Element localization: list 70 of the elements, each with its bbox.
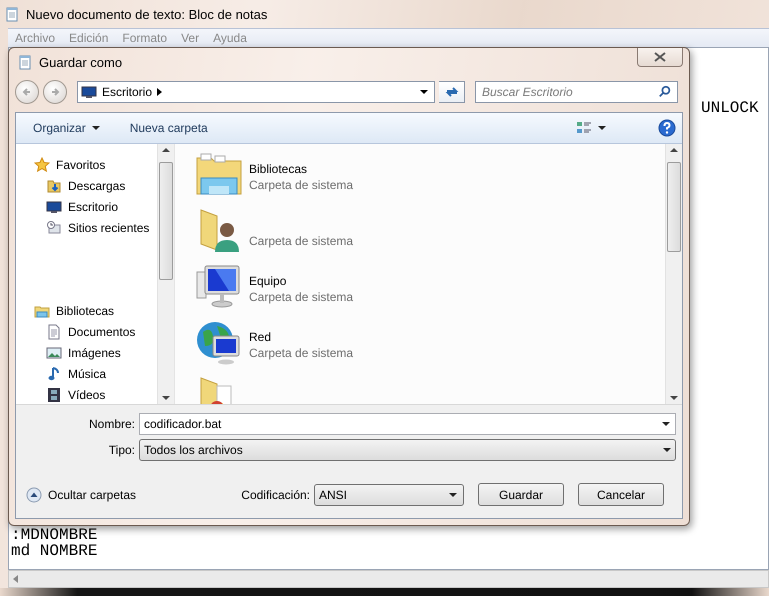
encoding-label: Codificación: <box>241 488 310 502</box>
document-icon <box>46 324 62 340</box>
nav-item[interactable]: Música <box>16 363 157 384</box>
chevron-icon <box>157 88 162 96</box>
view-button[interactable] <box>576 120 606 136</box>
film-icon <box>46 386 62 402</box>
nav-item[interactable]: Bibliotecas <box>16 300 157 321</box>
back-button[interactable] <box>15 80 39 104</box>
item-type: Carpeta de sistema <box>249 346 354 360</box>
item-type: Carpeta de sistema <box>249 290 354 304</box>
field-label: Tipo: <box>108 443 135 457</box>
star-icon <box>34 156 50 172</box>
horizontal-scrollbar[interactable] <box>8 570 769 588</box>
view-icon <box>576 120 592 136</box>
notepad-icon <box>17 54 33 70</box>
dialog-title: Guardar como <box>39 54 122 70</box>
caret-icon[interactable] <box>662 422 670 426</box>
nav-item[interactable]: Escritorio <box>16 196 157 217</box>
organize-button[interactable]: Organizar <box>33 121 100 135</box>
file-item[interactable]: Red Carpeta de sistema <box>195 318 665 374</box>
encoding-select[interactable]: ANSI <box>314 484 464 506</box>
nav-item[interactable]: Imágenes <box>16 342 157 363</box>
music-note-icon <box>46 366 62 382</box>
field-label: Nombre: <box>88 417 135 431</box>
close-icon <box>654 52 666 62</box>
scrollbar[interactable] <box>665 144 682 404</box>
item-name: Equipo <box>249 274 288 288</box>
forward-button[interactable] <box>43 80 67 104</box>
search-field[interactable]: Buscar Escritorio <box>475 81 678 103</box>
file-item[interactable]: Equipo Carpeta de sistema <box>195 262 665 318</box>
forward-arrow-icon <box>50 87 60 97</box>
nav-item[interactable]: Sitios recientes <box>16 217 157 238</box>
notepad-icon <box>4 6 20 22</box>
close-button[interactable] <box>637 48 683 67</box>
address-bar[interactable]: Escritorio <box>77 81 435 103</box>
desktop-icon <box>46 198 62 214</box>
refresh-icon <box>444 85 458 99</box>
download-folder-icon <box>46 178 62 194</box>
cancel-button[interactable]: Cancelar <box>578 483 664 506</box>
item-type: Carpeta de sistema <box>249 234 354 248</box>
new-folder-button[interactable]: Nueva carpeta <box>130 121 208 135</box>
text-line: :MDNOMBRE <box>10 527 98 543</box>
back-arrow-icon <box>22 87 32 97</box>
scrollbar[interactable] <box>157 144 174 404</box>
nav-item[interactable]: Favoritos <box>16 154 157 175</box>
collapse-icon <box>26 486 42 502</box>
save-button[interactable]: Guardar <box>478 483 564 506</box>
item-name: Bibliotecas <box>249 162 308 176</box>
window-title: Nuevo documento de texto: Bloc de notas <box>26 6 268 22</box>
nav-item[interactable]: Descargas <box>16 175 157 196</box>
picture-icon <box>46 344 62 360</box>
refresh-button[interactable] <box>439 81 465 103</box>
text-line: UNLOCK <box>700 100 760 116</box>
text-editor[interactable] <box>8 47 769 570</box>
desktop-icon <box>81 84 97 100</box>
nav-item[interactable]: Vídeos <box>16 384 157 404</box>
file-name-field[interactable]: codificador.bat <box>139 413 676 435</box>
scroll-left-icon[interactable] <box>13 575 18 583</box>
recent-places-icon <box>46 220 62 236</box>
caret-icon[interactable] <box>420 90 428 94</box>
text-line: md NOMBRE <box>10 543 98 559</box>
nav-item[interactable]: Documentos <box>16 321 157 342</box>
file-item[interactable]: Bibliotecas Carpeta de sistema <box>195 150 665 206</box>
item-type: Carpeta de sistema <box>249 178 354 192</box>
item-name: Red <box>249 330 272 344</box>
search-icon <box>658 85 672 99</box>
hide-folders-button[interactable]: Ocultar carpetas <box>26 486 136 502</box>
file-item[interactable]: Carpeta de sistema <box>195 206 665 262</box>
help-icon[interactable] <box>658 119 676 137</box>
file-type-select[interactable]: Todos los archivos <box>139 439 676 461</box>
